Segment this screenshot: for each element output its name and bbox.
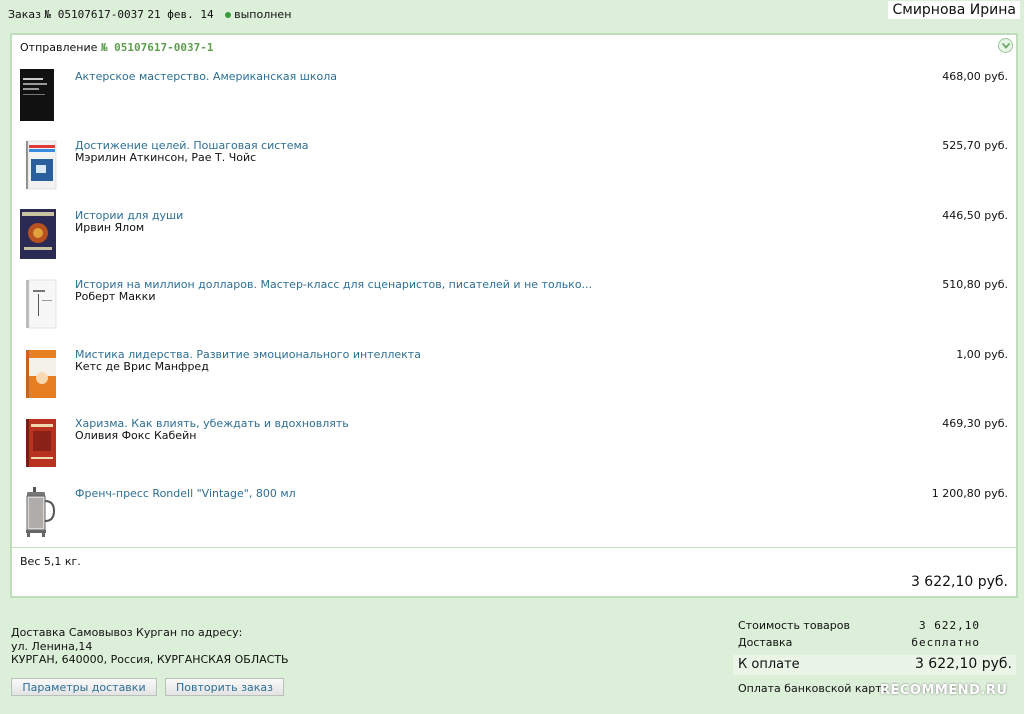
book-cover-black-icon[interactable]: [18, 68, 58, 124]
shipment-label: Отправление: [20, 41, 98, 54]
order-item: Актерское мастерство. Американская школа…: [18, 68, 1012, 128]
order-date: 21 фев. 14: [147, 8, 214, 21]
item-author: Кетс де Врис Манфред: [75, 360, 209, 373]
item-author: Мэрилин Аткинсон, Рае Т. Чойс: [75, 151, 257, 164]
item-author: Ирвин Ялом: [75, 221, 145, 234]
item-title-link[interactable]: Френч-пресс Rondell "Vintage", 800 мл: [75, 487, 296, 500]
status-dot-icon: [225, 11, 232, 18]
user-name[interactable]: Смирнова Ирина: [888, 1, 1020, 19]
pay-row: К оплате 3 622,10 руб.: [733, 655, 1016, 675]
pay-value: 3 622,10 руб.: [914, 656, 1012, 672]
delivery-cost-value: бесплатно: [911, 636, 980, 649]
payment-method: Оплата банковской карто: [738, 682, 889, 695]
order-item: Харизма. Как влиять, убеждать и вдохновл…: [18, 415, 1012, 475]
order-label: Заказ: [8, 8, 42, 21]
goods-cost-label: Стоимость товаров: [738, 619, 850, 632]
item-title-link[interactable]: Актерское мастерство. Американская школа: [75, 70, 337, 83]
order-number: № 05107617-0037: [44, 8, 144, 21]
book-cover-blue-icon[interactable]: [18, 137, 58, 193]
item-price: 1,00 руб.: [956, 348, 1008, 361]
shipment-total: 3 622,10 руб.: [910, 574, 1008, 590]
repeat-order-button[interactable]: Повторить заказ: [165, 678, 284, 696]
book-cover-orange-icon[interactable]: [18, 346, 58, 402]
shipment-weight: Вес 5,1 кг.: [20, 555, 81, 568]
item-author: Оливия Фокс Кабейн: [75, 429, 197, 442]
order-item: История на миллион долларов. Мастер-клас…: [18, 276, 1012, 336]
pay-label: К оплате: [738, 657, 800, 672]
book-cover-ornate-icon[interactable]: [18, 207, 58, 263]
order-item: Френч-пресс Rondell "Vintage", 800 мл 1 …: [18, 485, 1012, 545]
shipment-number: № 05107617-0037-1: [100, 41, 214, 54]
item-price: 510,80 руб.: [942, 278, 1008, 291]
item-price: 469,30 руб.: [942, 417, 1008, 430]
delivery-params-button[interactable]: Параметры доставки: [11, 678, 157, 696]
order-status: выполнен: [234, 8, 292, 21]
watermark-logo: RECOMMEND.RU: [880, 683, 1008, 698]
order-item: Истории для души Ирвин Ялом 446,50 руб.: [18, 207, 1012, 267]
delivery-info: Доставка Самовывоз Курган по адресу: ул.…: [11, 626, 289, 667]
item-price: 468,00 руб.: [942, 70, 1008, 83]
french-press-image-icon[interactable]: [18, 485, 58, 541]
delivery-method: Доставка Самовывоз Курган по адресу:: [11, 626, 243, 639]
order-item: Мистика лидерства. Развитие эмоционально…: [18, 346, 1012, 406]
goods-cost-value: 3 622,10: [919, 619, 980, 632]
item-author: Роберт Макки: [75, 290, 156, 303]
delivery-cost-label: Доставка: [738, 636, 793, 649]
item-price: 525,70 руб.: [942, 139, 1008, 152]
collapse-chevron-icon[interactable]: [998, 38, 1013, 53]
book-cover-white-icon[interactable]: [18, 276, 58, 332]
item-price: 446,50 руб.: [942, 209, 1008, 222]
item-price: 1 200,80 руб.: [931, 487, 1008, 500]
delivery-city: КУРГАН, 640000, Россия, КУРГАНСКАЯ ОБЛАС…: [11, 653, 289, 666]
order-header: Заказ № 05107617-0037 21 фев. 14 выполне…: [8, 8, 291, 22]
shipment-title: Отправление № 05107617-0037-1: [20, 41, 213, 55]
shipment-panel: Отправление № 05107617-0037-1 Актерское …: [10, 33, 1018, 598]
book-cover-red-icon[interactable]: [18, 415, 58, 471]
order-item: Достижение целей. Пошаговая система Мэри…: [18, 137, 1012, 197]
delivery-street: ул. Ленина,14: [11, 639, 93, 653]
divider: [12, 547, 1016, 548]
